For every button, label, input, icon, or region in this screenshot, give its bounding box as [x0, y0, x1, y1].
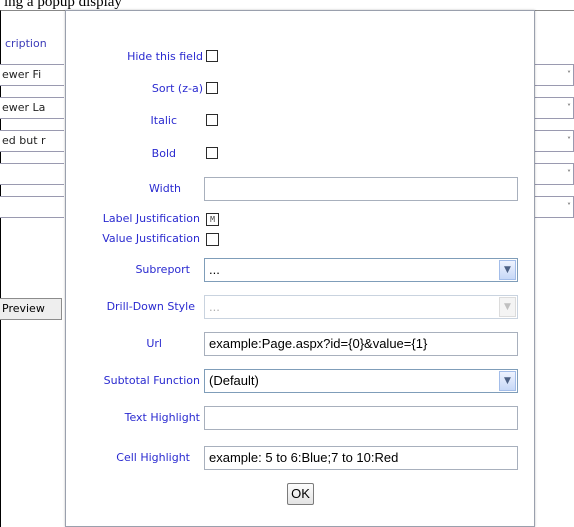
- subreport-label: Subreport: [135, 263, 190, 276]
- width-row: Width: [66, 177, 536, 201]
- chevron-down-icon: ˅: [567, 202, 571, 211]
- cell-highlight-input[interactable]: example: 5 to 6:Blue;7 to 10:Red: [204, 446, 518, 470]
- hide-field-checkbox[interactable]: [206, 50, 218, 62]
- drill-down-style-row: Drill-Down Style ... ▼: [66, 295, 536, 319]
- subtotal-function-row: Subtotal Function (Default) ▼: [66, 369, 536, 393]
- sort-checkbox[interactable]: [206, 82, 218, 94]
- background-row[interactable]: ewer Fi: [0, 64, 64, 86]
- drill-down-style-value: ...: [209, 299, 220, 314]
- url-label: Url: [146, 337, 162, 350]
- background-row[interactable]: ed but r: [0, 130, 64, 152]
- label-justification-checkbox[interactable]: M: [206, 213, 219, 226]
- background-row[interactable]: [0, 163, 64, 185]
- drill-down-style-label: Drill-Down Style: [106, 300, 195, 313]
- ok-button[interactable]: OK: [287, 483, 314, 505]
- background-row[interactable]: [0, 196, 64, 218]
- url-row: Url example:Page.aspx?id={0}&value={1}: [66, 332, 536, 356]
- hide-field-row: Hide this field: [66, 45, 536, 69]
- url-input[interactable]: example:Page.aspx?id={0}&value={1}: [204, 332, 518, 356]
- subtotal-function-value: (Default): [209, 373, 259, 388]
- sort-label: Sort (z-a): [151, 82, 203, 95]
- value-justification-checkbox[interactable]: [206, 233, 219, 246]
- cell-highlight-label: Cell Highlight: [116, 451, 190, 464]
- chevron-down-icon: ˅: [567, 169, 571, 178]
- bold-label: Bold: [151, 147, 176, 160]
- italic-label: Italic: [150, 114, 177, 127]
- field-properties-dialog: Hide this field Sort (z-a) Italic Bold W…: [65, 10, 535, 527]
- italic-checkbox[interactable]: [206, 114, 218, 126]
- hide-field-label: Hide this field: [127, 50, 203, 63]
- background-row[interactable]: ewer La: [0, 97, 64, 119]
- text-highlight-input[interactable]: [204, 406, 518, 430]
- subtotal-function-select[interactable]: (Default) ▼: [204, 369, 518, 393]
- caption-strip: ing a popup display: [0, 0, 574, 10]
- chevron-down-icon[interactable]: ▼: [499, 297, 516, 317]
- bold-row: Bold: [66, 142, 536, 166]
- background-preview-button[interactable]: Preview: [0, 298, 62, 320]
- drill-down-style-select[interactable]: ... ▼: [204, 295, 518, 319]
- sort-row: Sort (z-a): [66, 77, 536, 101]
- chevron-down-icon: ˅: [567, 136, 571, 145]
- chevron-down-icon: ˅: [567, 70, 571, 79]
- subreport-value: ...: [209, 262, 220, 277]
- subreport-row: Subreport ... ▼: [66, 258, 536, 282]
- bold-checkbox[interactable]: [206, 147, 218, 159]
- label-justification-label: Label Justification: [102, 212, 200, 225]
- text-highlight-row: Text Highlight: [66, 406, 536, 430]
- subreport-select[interactable]: ... ▼: [204, 258, 518, 282]
- value-justification-row: Value Justification: [66, 229, 536, 249]
- background-column-header: cription: [5, 37, 47, 50]
- italic-row: Italic: [66, 109, 536, 133]
- chevron-down-icon[interactable]: ▼: [499, 371, 516, 391]
- caption-text: ing a popup display: [4, 0, 122, 10]
- subtotal-function-label: Subtotal Function: [103, 374, 200, 387]
- chevron-down-icon[interactable]: ▼: [499, 260, 516, 280]
- width-input[interactable]: [204, 177, 518, 201]
- width-label: Width: [149, 182, 181, 195]
- label-justification-row: Label Justification M: [66, 209, 536, 229]
- cell-highlight-row: Cell Highlight example: 5 to 6:Blue;7 to…: [66, 446, 536, 470]
- text-highlight-label: Text Highlight: [124, 411, 200, 424]
- chevron-down-icon: ˅: [567, 103, 571, 112]
- value-justification-label: Value Justification: [102, 232, 200, 245]
